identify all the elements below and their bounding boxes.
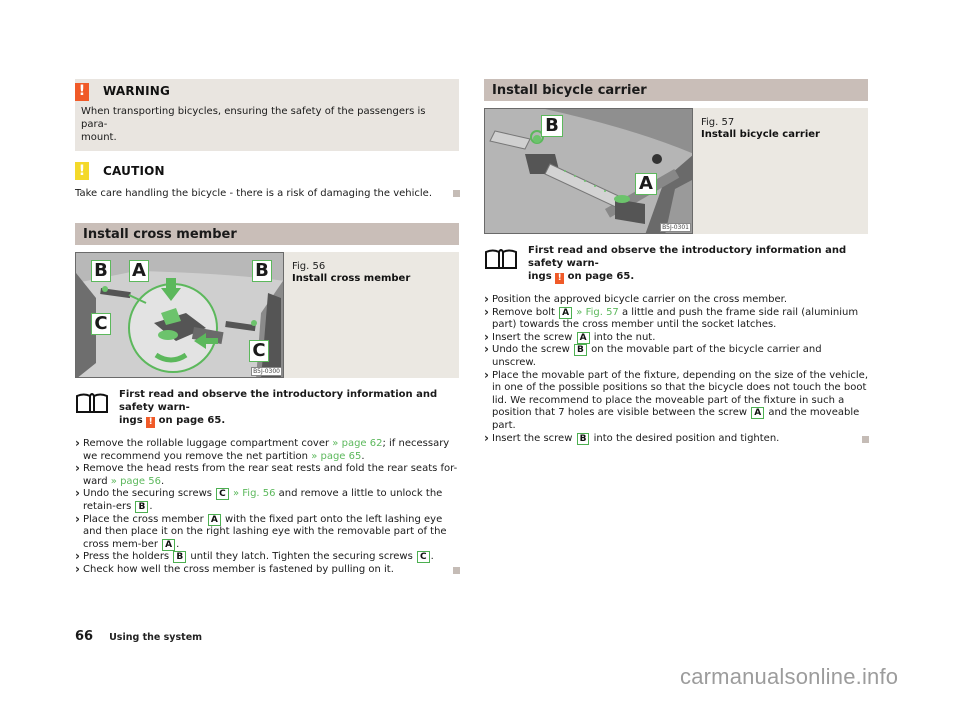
intro-note: First read and observe the introductory … bbox=[75, 388, 459, 428]
exclamation-icon: ! bbox=[75, 82, 89, 101]
warning-mini-icon: ! bbox=[146, 417, 156, 428]
section-title: Install bicycle carrier bbox=[484, 79, 868, 101]
cross-reference-link[interactable]: » page 56 bbox=[111, 476, 161, 487]
callout-b: B bbox=[91, 260, 111, 282]
figure-56: B A B C C B5J-0300 Fig. 56 Install cross… bbox=[75, 252, 459, 378]
caution-text-content: Take care handling the bicycle - there i… bbox=[75, 188, 433, 199]
intro-page-ref[interactable]: on page 65. bbox=[568, 271, 635, 282]
step-text: Remove bolt bbox=[492, 306, 559, 318]
cross-reference-link[interactable]: » Fig. 57 bbox=[576, 307, 619, 318]
end-of-section-mark bbox=[862, 435, 869, 443]
step-text: . bbox=[361, 450, 365, 462]
caution-text: Take care handling the bicycle - there i… bbox=[75, 187, 460, 200]
callout-label: A bbox=[576, 331, 590, 344]
warning-box: ! WARNING When transporting bicycles, en… bbox=[75, 79, 459, 151]
step-item: Press the holders B until they latch. Ti… bbox=[75, 550, 459, 564]
callout-a: A bbox=[635, 173, 657, 195]
callout-label: B bbox=[576, 432, 590, 445]
figure-title: Install bicycle carrier bbox=[701, 129, 820, 140]
step-item: Place the cross member A with the fixed … bbox=[75, 513, 459, 552]
step-text: Place the cross member bbox=[83, 513, 207, 525]
callout-label: A bbox=[751, 407, 765, 420]
figure-image: B A B5J-0301 bbox=[484, 108, 693, 234]
figure-57: B A B5J-0301 Fig. 57 Install bicycle car… bbox=[484, 108, 868, 234]
figure-number: Fig. 57 bbox=[701, 117, 735, 128]
step-text: Check how well the cross member is faste… bbox=[83, 563, 394, 575]
intro-text: First read and observe the introductory … bbox=[119, 389, 438, 428]
watermark: carmanualsonline.info bbox=[680, 664, 899, 689]
caution-block: ! CAUTION Take care handling the bicycle… bbox=[75, 162, 460, 200]
figure-code: B5J-0300 bbox=[251, 367, 282, 376]
step-item: Insert the screw A into the nut. bbox=[484, 331, 868, 345]
step-item: Check how well the cross member is faste… bbox=[75, 563, 460, 577]
step-text: Insert the screw bbox=[492, 432, 576, 444]
callout-label: C bbox=[216, 488, 229, 501]
step-text: Undo the screw bbox=[492, 344, 574, 356]
callout-label: B bbox=[173, 551, 187, 564]
warning-text: When transporting bicycles, ensuring the… bbox=[81, 106, 426, 143]
figure-code: B5J-0301 bbox=[660, 223, 691, 232]
warning-label: WARNING bbox=[103, 84, 171, 98]
step-text: . bbox=[160, 475, 165, 487]
step-item: Remove the rollable luggage compartment … bbox=[75, 437, 459, 463]
intro-text: First read and observe the introductory … bbox=[528, 245, 847, 284]
left-column: ! WARNING When transporting bicycles, en… bbox=[75, 79, 460, 577]
callout-c: C bbox=[91, 313, 111, 335]
callout-b: B bbox=[252, 260, 272, 282]
intro-page-ref[interactable]: on page 65. bbox=[159, 415, 226, 426]
cross-reference-link[interactable]: » page 65 bbox=[311, 451, 361, 462]
caution-label: CAUTION bbox=[103, 163, 165, 178]
end-of-section-mark bbox=[453, 566, 460, 574]
figure-title: Install cross member bbox=[292, 273, 411, 284]
callout-b: B bbox=[541, 115, 563, 137]
footer-section-title: Using the system bbox=[109, 632, 203, 643]
callout-a: A bbox=[129, 260, 149, 282]
step-text: . bbox=[430, 551, 434, 563]
figure-caption: Fig. 57 Install bicycle carrier bbox=[693, 108, 820, 234]
exclamation-icon: ! bbox=[75, 162, 89, 180]
bicycle-carrier-illustration bbox=[485, 109, 692, 233]
right-column: Install bicycle carrier B A B5J-0301 Fig… bbox=[484, 79, 869, 446]
step-text: into the desired position and tighten. bbox=[590, 432, 780, 444]
warning-mini-icon: ! bbox=[555, 273, 565, 284]
callout-label: C bbox=[416, 551, 430, 564]
cross-reference-link[interactable]: » Fig. 56 bbox=[233, 488, 276, 499]
callout-c: C bbox=[249, 340, 269, 362]
steps-list: Remove the rollable luggage compartment … bbox=[75, 437, 460, 577]
step-text: . bbox=[176, 538, 180, 550]
callout-label: A bbox=[559, 306, 573, 319]
step-item: Undo the screw B on the movable part of … bbox=[484, 343, 868, 369]
step-text: Remove the rollable luggage compartment … bbox=[83, 438, 333, 449]
step-item: Place the movable part of the fixture, d… bbox=[484, 369, 868, 433]
step-text: until they latch. Tighten the securing s… bbox=[187, 551, 416, 563]
book-icon bbox=[76, 393, 108, 413]
figure-image: B A B C C B5J-0300 bbox=[75, 252, 284, 378]
section-title: Install cross member bbox=[75, 223, 459, 245]
callout-label: A bbox=[162, 538, 176, 551]
cross-reference-link[interactable]: » page 62 bbox=[332, 438, 382, 449]
callout-label: A bbox=[207, 513, 221, 526]
page-footer: 66 Using the system bbox=[75, 630, 202, 644]
figure-number: Fig. 56 bbox=[292, 261, 326, 272]
step-item: Position the approved bicycle carrier on… bbox=[484, 293, 868, 307]
intro-note: First read and observe the introductory … bbox=[484, 244, 868, 284]
step-text: into the nut. bbox=[590, 331, 656, 343]
end-of-section-mark bbox=[453, 190, 460, 197]
step-item: Remove bolt A » Fig. 57 a little and pus… bbox=[484, 306, 868, 332]
step-text: Undo the securing screws bbox=[83, 488, 216, 500]
page-number: 66 bbox=[75, 629, 94, 644]
step-text: Press the holders bbox=[83, 551, 173, 563]
step-text: . bbox=[149, 500, 153, 512]
step-text: Position the approved bicycle carrier on… bbox=[492, 294, 788, 305]
steps-list: Position the approved bicycle carrier on… bbox=[484, 293, 869, 446]
step-text: Insert the screw bbox=[492, 331, 576, 343]
step-item: Remove the head rests from the rear seat… bbox=[75, 462, 459, 488]
callout-label: B bbox=[135, 500, 149, 513]
step-item: Insert the screw B into the desired posi… bbox=[484, 432, 869, 446]
book-icon bbox=[485, 249, 517, 269]
figure-caption: Fig. 56 Install cross member bbox=[284, 252, 410, 378]
step-item: Undo the securing screws C » Fig. 56 and… bbox=[75, 487, 459, 513]
callout-label: B bbox=[574, 344, 587, 357]
